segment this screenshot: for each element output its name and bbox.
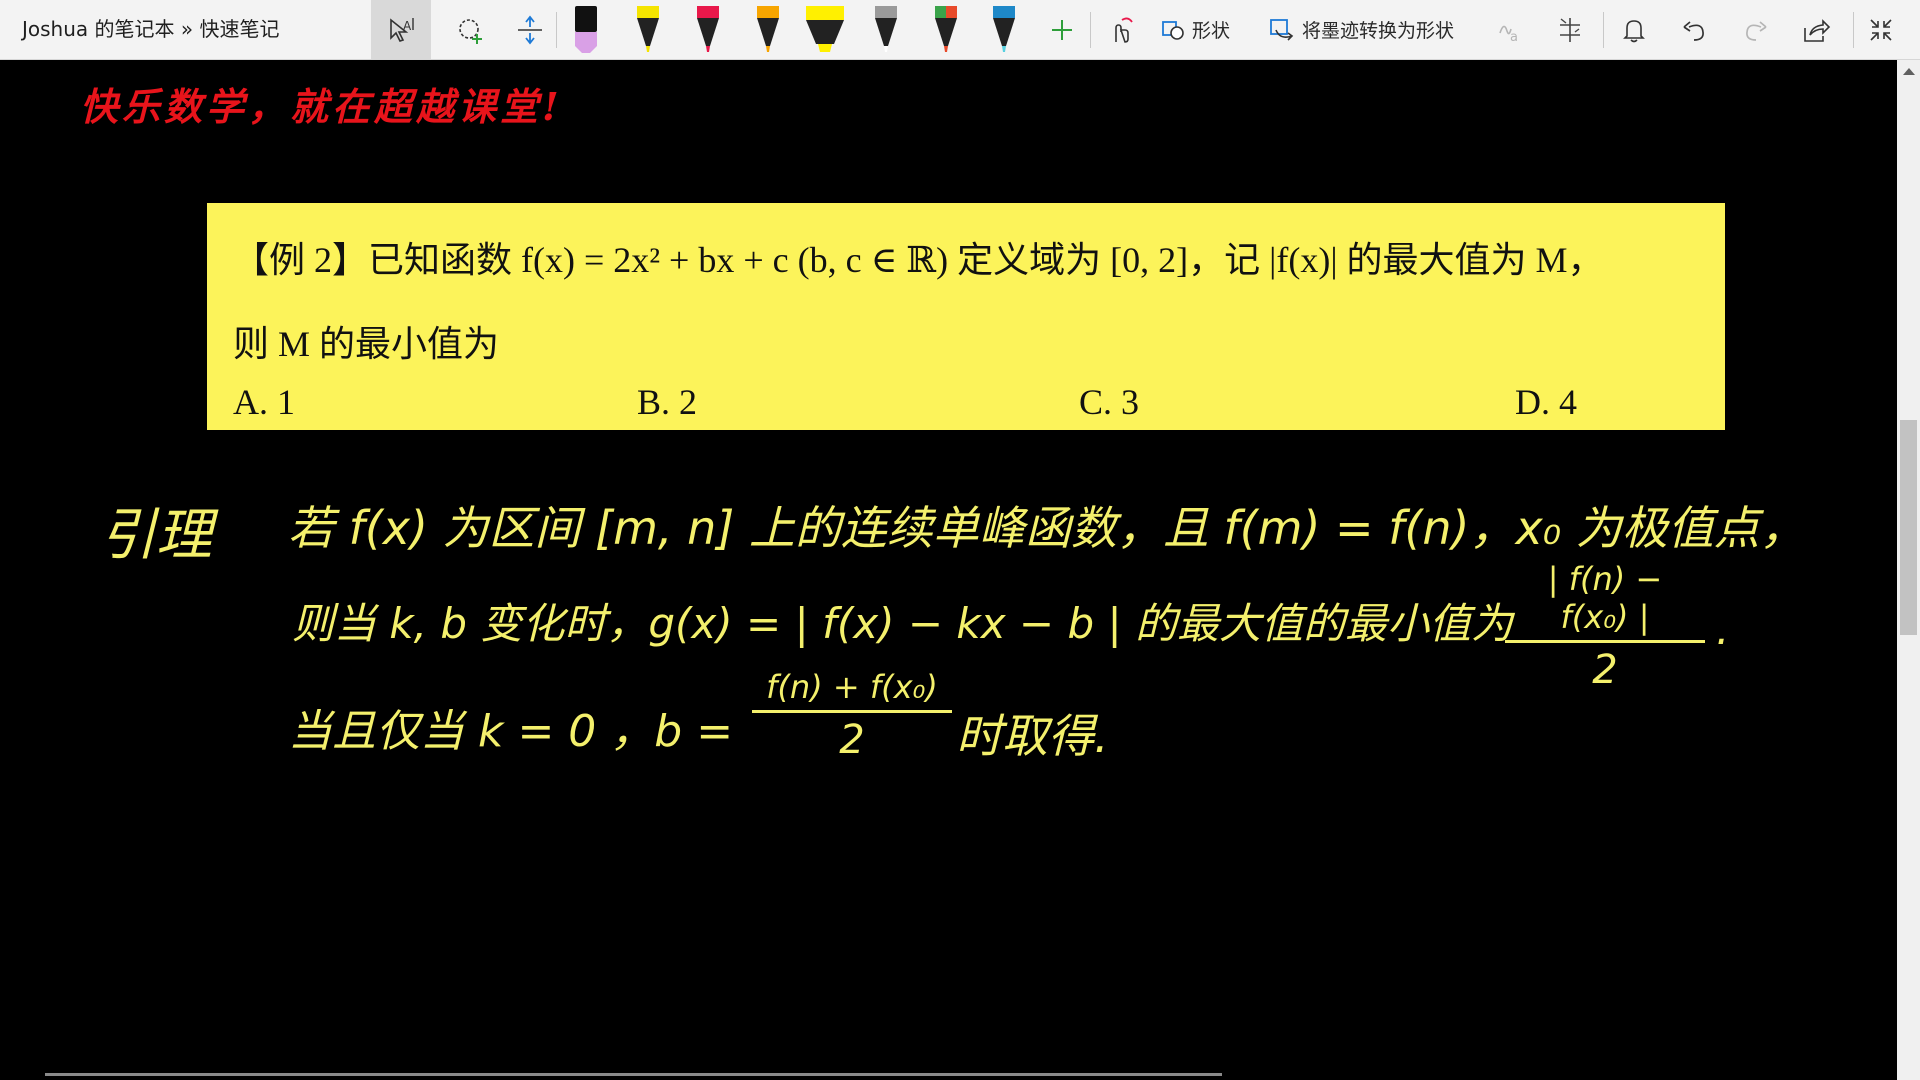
notifications-button[interactable] (1610, 0, 1658, 59)
horizontal-scrollbar[interactable] (45, 1073, 1222, 1076)
pen-black-icon (575, 5, 597, 53)
ink-line-3-end: 时取得. (956, 709, 1109, 763)
pen-red[interactable] (690, 0, 726, 59)
toolbar-separator (1603, 12, 1604, 48)
add-space-tool[interactable] (500, 0, 560, 59)
pen-black[interactable] (568, 0, 604, 59)
lasso-select-tool[interactable] (441, 0, 501, 59)
pen-galaxy-icon (875, 5, 897, 52)
shapes-icon (1162, 20, 1184, 40)
redo-button[interactable] (1732, 0, 1780, 59)
undo-button[interactable] (1670, 0, 1718, 59)
pen-orange[interactable] (750, 0, 786, 59)
ink-period: . (1716, 605, 1730, 654)
toolbar-separator (1090, 12, 1091, 48)
ink-fraction-2: f(n) + f(x₀) 2 (752, 668, 952, 763)
problem-box: 【例 2】已知函数 f(x) = 2x² + bx + c (b, c ∈ ℝ)… (207, 203, 1725, 430)
ink-line-1: 若 f(x) 为区间 [m, n] 上的连续单峰函数，且 f(m) = f(n)… (288, 501, 1806, 555)
touch-drawing-tool[interactable] (1100, 0, 1144, 59)
ink-to-shape-icon (1270, 18, 1294, 41)
problem-line-1: 【例 2】已知函数 f(x) = 2x² + bx + c (b, c ∈ ℝ)… (233, 240, 1604, 280)
fraction-2-bar (752, 710, 952, 713)
pen-red-icon (697, 5, 719, 52)
math-icon (1560, 17, 1580, 42)
collapse-icon (1870, 18, 1892, 41)
hand-draw-icon (1115, 17, 1133, 43)
highlighter-icon (806, 5, 844, 52)
add-pen-button[interactable] (1046, 0, 1078, 59)
vertical-scroll-thumb[interactable] (1900, 420, 1917, 635)
option-c: C. 3 (1079, 382, 1140, 422)
pen-ocean[interactable] (986, 0, 1022, 59)
share-icon (1804, 18, 1831, 42)
insert-space-icon (518, 15, 542, 44)
lasso-text-select-tool[interactable]: A (371, 0, 431, 59)
pen-ocean-icon (993, 5, 1015, 52)
window-title: Joshua 的笔记本 » 快速笔记 (22, 17, 280, 41)
lasso-add-icon (459, 18, 482, 44)
option-a: A. 1 (233, 382, 295, 422)
fraction-1-bar (1505, 640, 1705, 643)
vertical-scrollbar[interactable] (1897, 60, 1920, 1080)
svg-text:A: A (403, 19, 412, 33)
shapes-label: 形状 (1192, 20, 1231, 42)
option-d: D. 4 (1515, 382, 1577, 422)
note-canvas[interactable]: 快乐数学，就在超越课堂! 【例 2】已知函数 f(x) = 2x² + bx +… (0, 60, 1897, 1080)
option-b: B. 2 (637, 382, 698, 422)
pen-galaxy[interactable] (868, 0, 904, 59)
fraction-2-denominator: 2 (839, 717, 865, 763)
fullscreen-exit-button[interactable] (1858, 0, 1904, 59)
pen-rainbow-icon (935, 5, 957, 52)
pen-rainbow[interactable] (928, 0, 964, 59)
lemma-label: 引理 (100, 503, 212, 568)
toolbar-separator (1853, 12, 1854, 48)
ink-to-shape-button[interactable]: 将墨迹转换为形状 (1268, 0, 1468, 59)
ink-line-3: 当且仅当 k = 0 ，b = (288, 706, 734, 757)
fraction-1-denominator: 2 (1592, 647, 1618, 693)
ink-to-shape-label: 将墨迹转换为形状 (1302, 20, 1455, 42)
ink-fraction-1: | f(n) − f(x₀) | 2 (1505, 560, 1705, 693)
pen-yellow[interactable] (630, 0, 666, 59)
fraction-1-numerator: | f(n) − f(x₀) | (1547, 560, 1663, 636)
pen-orange-icon (757, 5, 779, 52)
pen-yellow-icon (637, 5, 659, 52)
shapes-button[interactable]: 形状 (1160, 0, 1240, 59)
ink-to-text-icon: a (1499, 25, 1518, 45)
slogan-text: 快乐数学，就在超越课堂! (80, 84, 563, 129)
redo-icon (1746, 20, 1767, 41)
fraction-2-numerator: f(n) + f(x₀) (766, 668, 938, 706)
bell-icon (1623, 19, 1645, 42)
plus-icon (1052, 19, 1072, 40)
share-button[interactable] (1792, 0, 1840, 59)
ink-line-2: 则当 k, b 变化时，g(x) = | f(x) − kx − b | 的最大… (292, 599, 1513, 648)
undo-icon (1683, 20, 1704, 41)
text-cursor-icon: A (390, 17, 414, 42)
ink-to-math-button[interactable] (1548, 0, 1592, 59)
problem-line-2: 则 M 的最小值为 (233, 324, 500, 364)
scroll-up-arrow-icon[interactable] (1903, 68, 1915, 75)
ink-to-text-button[interactable]: a (1488, 0, 1532, 59)
svg-text:a: a (1510, 30, 1518, 45)
ribbon-toolbar: Joshua 的笔记本 » 快速笔记 A 形状 将墨迹转换为形状 a (0, 0, 1920, 60)
highlighter-yellow[interactable] (802, 0, 848, 59)
toolbar-separator (556, 12, 557, 48)
